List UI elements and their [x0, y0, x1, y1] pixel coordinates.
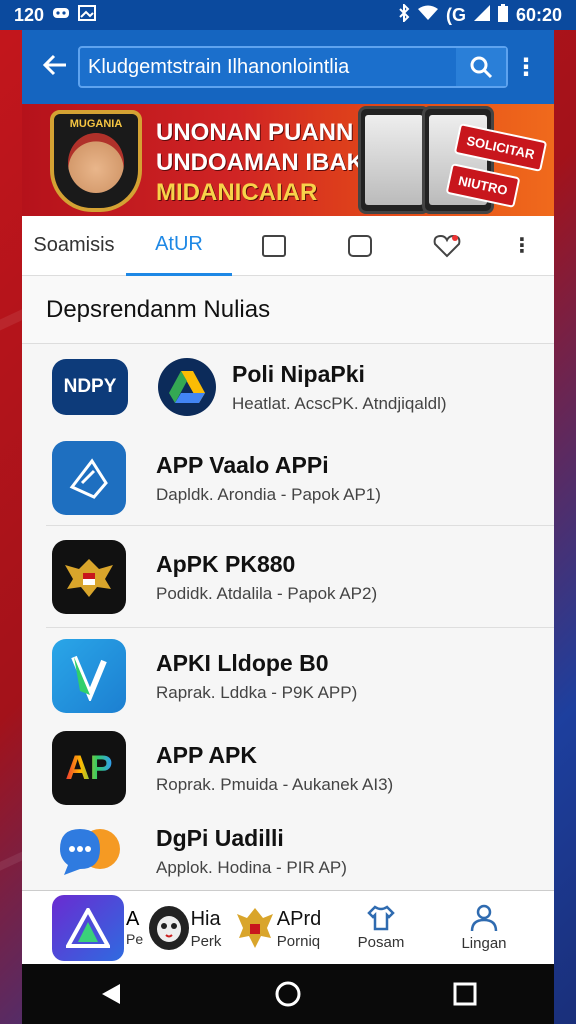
app-subtitle: Dapldk. Arondia - Papok AP1): [156, 484, 381, 504]
nav-label: Posam: [357, 934, 405, 951]
app-name: APP Vaalo APPi: [156, 451, 329, 478]
garuda-icon: [52, 540, 126, 614]
list-item[interactable]: AP APP APK Roprak. Pmuida - Aukanek AI3): [22, 724, 554, 812]
app-subtitle: Raprak. Lddka - P9K APP): [156, 682, 358, 702]
app-icon: AP: [52, 731, 126, 805]
nav-item-aprd[interactable]: APrd Porniq: [224, 904, 332, 952]
nav-sublabel: Perk: [190, 932, 222, 950]
tab-atur[interactable]: AtUR: [126, 216, 232, 276]
triangle-app-icon[interactable]: [52, 894, 124, 961]
tab-tablet[interactable]: [316, 216, 404, 276]
search-button[interactable]: [456, 48, 506, 86]
phone-illustration: [358, 106, 430, 214]
partial-label: A Pe: [126, 908, 146, 947]
app-list: Depsrendanm Nulias NDPY Poli NipaPki Hea…: [22, 276, 554, 890]
battery-label: (G: [445, 4, 466, 25]
status-clock: 60:20: [515, 4, 562, 25]
back-button[interactable]: [32, 50, 78, 84]
wifi-icon: [417, 5, 438, 25]
search-field[interactable]: Kludgemtstrain Ilhanonlointlia: [78, 46, 508, 88]
status-bar: 120 (G 60:20: [0, 0, 576, 30]
more-vert-icon: ⋮: [512, 235, 532, 257]
app-name: APKI Lldope B0: [156, 649, 329, 676]
more-vert-icon[interactable]: ⋮: [508, 53, 544, 82]
bluetooth-icon: [398, 2, 410, 26]
nav-label: Lingan: [461, 935, 507, 952]
garuda-icon: [236, 907, 273, 948]
recents-square-icon[interactable]: [445, 974, 485, 1014]
list-item[interactable]: APP Vaalo APPi Dapldk. Arondia - Papok A…: [22, 430, 554, 526]
app-subtitle: Roprak. Pmuida - Aukanek AI3): [156, 774, 394, 794]
mask-icon: [148, 905, 189, 950]
nav-item-hia[interactable]: Hia Perk: [146, 905, 224, 950]
home-circle-icon[interactable]: [268, 974, 308, 1014]
nav-label: APrd: [276, 907, 322, 930]
list-item[interactable]: ApPK PK880 Podidk. Atdalila - Papok AP2): [22, 526, 554, 628]
banner-badge: MUGANIA: [50, 110, 142, 212]
battery-icon: [497, 4, 508, 26]
partial-sub: Pe: [126, 931, 144, 947]
app-name: Poli NipaPki: [232, 360, 365, 387]
person-icon: [470, 904, 498, 932]
chat-bubble-icon: [52, 814, 126, 888]
app-subtitle: Podidk. Atdalila - Papok AP2): [156, 583, 378, 603]
back-triangle-icon[interactable]: [91, 974, 131, 1014]
app-bar: Kludgemtstrain Ilhanonlointlia ⋮: [22, 30, 554, 104]
badge-text: MUGANIA: [69, 118, 123, 130]
app-icon: [52, 639, 126, 713]
nav-label: Hia: [190, 907, 221, 930]
nav-item-posam[interactable]: Posam: [332, 904, 430, 951]
search-input[interactable]: Kludgemtstrain Ilhanonlointlia: [80, 56, 456, 79]
portrait-icon: [68, 133, 124, 193]
app-icon: NDPY: [52, 359, 128, 415]
status-time: 120: [14, 4, 45, 25]
app-name: ApPK PK880: [156, 550, 296, 577]
image-icon: [78, 5, 97, 25]
promo-banner[interactable]: MUGANIA UNONAN PUANN UNDOAMAN IBAKAS MID…: [22, 104, 554, 216]
app-icon: [52, 441, 126, 515]
tab-square[interactable]: [232, 216, 316, 276]
tab-bar: Soamisis AtUR ⋮: [22, 216, 554, 276]
list-item[interactable]: DgPi Uadilli Applok. Hodina - PIR AP): [22, 812, 554, 890]
tablet-icon: [348, 234, 372, 257]
list-item[interactable]: APKI Lldope B0 Raprak. Lddka - P9K APP): [22, 628, 554, 724]
square-icon: [262, 234, 286, 257]
shirt-icon: [367, 905, 395, 931]
tab-soamisis[interactable]: Soamisis: [22, 216, 126, 276]
system-nav-bar: [22, 964, 554, 1024]
signal-icon: [473, 5, 490, 25]
nav-sublabel: Porniq: [276, 932, 321, 950]
app-name: APP APK: [156, 741, 257, 768]
heart-shield-icon: [433, 234, 461, 257]
search-icon: [470, 56, 493, 79]
list-item[interactable]: NDPY Poli NipaPki Heatlat. AcscPK. Atndj…: [22, 344, 554, 430]
app-subtitle: Applok. Hodina - PIR AP): [156, 857, 347, 877]
section-title: Depsrendanm Nulias: [22, 276, 554, 344]
nav-item-lingan[interactable]: Lingan: [430, 903, 538, 952]
app-subtitle: Heatlat. AcscPK. Atndjiqaldl): [232, 393, 447, 413]
app-name: DgPi Uadilli: [156, 824, 284, 851]
partial-name: A: [126, 908, 140, 930]
discord-icon: [52, 6, 70, 24]
drive-icon: [158, 358, 216, 416]
app-icon-text: AP: [65, 748, 113, 787]
bottom-nav: A Pe Hia Perk APrd Porniq Posam Lingan: [22, 890, 554, 964]
arrow-left-icon: [42, 54, 66, 76]
tab-favorites[interactable]: [404, 216, 490, 276]
tab-more[interactable]: ⋮: [490, 216, 554, 276]
